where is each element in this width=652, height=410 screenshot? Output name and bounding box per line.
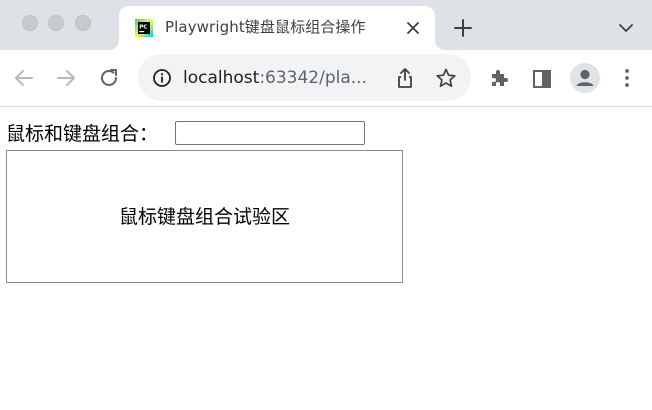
page-content: 鼠标和键盘组合： 鼠标键盘组合试验区 xyxy=(0,107,652,410)
forward-arrow-icon[interactable] xyxy=(54,66,78,90)
url-host: localhost xyxy=(183,68,260,88)
extensions-icon[interactable] xyxy=(488,67,510,89)
combo-label: 鼠标和键盘组合： xyxy=(6,123,159,145)
combo-input[interactable] xyxy=(175,121,365,145)
chevron-down-icon[interactable] xyxy=(617,19,635,37)
back-arrow-icon[interactable] xyxy=(12,66,36,90)
close-icon[interactable] xyxy=(403,18,423,38)
info-icon[interactable] xyxy=(152,68,172,88)
share-icon[interactable] xyxy=(395,67,415,89)
tab-strip: PC Playwright键盘鼠标组合操作 xyxy=(0,0,652,50)
svg-text:PC: PC xyxy=(139,25,147,31)
address-bar[interactable]: localhost:63342/pla... xyxy=(138,54,471,101)
tab-active[interactable]: PC Playwright键盘鼠标组合操作 xyxy=(119,6,435,50)
pycharm-icon: PC xyxy=(135,19,153,37)
maximize-window-button[interactable] xyxy=(75,15,91,31)
plus-icon[interactable] xyxy=(452,17,474,39)
url-path: :63342/pla... xyxy=(259,68,367,88)
test-area-text: 鼠标键盘组合试验区 xyxy=(118,205,290,228)
browser-toolbar: localhost:63342/pla... xyxy=(0,50,652,107)
profile-icon[interactable] xyxy=(570,63,600,93)
close-window-button[interactable] xyxy=(22,15,38,31)
reload-icon[interactable] xyxy=(97,66,121,90)
tab-title: Playwright键盘鼠标组合操作 xyxy=(165,18,366,36)
side-panel-icon[interactable] xyxy=(531,68,553,90)
url-text[interactable]: localhost:63342/pla... xyxy=(183,66,367,90)
menu-icon[interactable] xyxy=(617,67,637,89)
test-area[interactable]: 鼠标键盘组合试验区 xyxy=(6,150,403,283)
person-icon xyxy=(576,69,594,86)
minimize-window-button[interactable] xyxy=(48,15,64,31)
star-icon[interactable] xyxy=(435,67,457,89)
